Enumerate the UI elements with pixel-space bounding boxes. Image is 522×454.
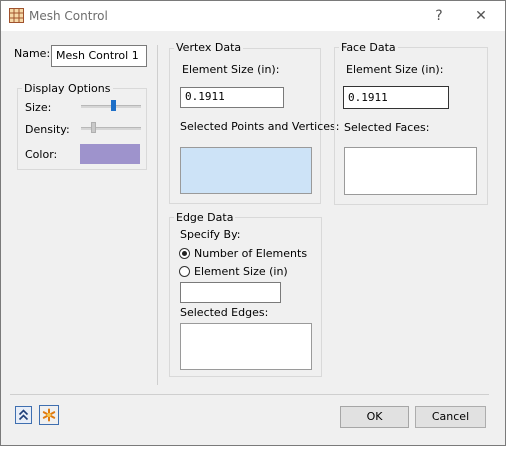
color-label: Color:: [25, 148, 58, 161]
mesh-control-dialog: Mesh Control ? ✕ Name: Mesh Control 1 Di…: [0, 0, 506, 446]
expand-collapse-button[interactable]: [15, 406, 32, 424]
density-slider-track: [81, 127, 141, 130]
asterisk-icon: [42, 408, 56, 425]
number-of-elements-label: Number of Elements: [194, 247, 308, 260]
element-size-label: Element Size (in): [194, 265, 288, 278]
display-options-title: Display Options: [22, 82, 113, 95]
face-data-title: Face Data: [339, 41, 398, 54]
density-slider-thumb[interactable]: [91, 122, 96, 133]
specify-by-label: Specify By:: [180, 228, 241, 241]
vertical-separator: [157, 45, 158, 385]
title-bar: Mesh Control ? ✕: [1, 1, 505, 31]
help-button[interactable]: ?: [425, 6, 453, 26]
vertex-data-title: Vertex Data: [174, 41, 244, 54]
density-label: Density:: [25, 123, 70, 136]
size-label: Size:: [25, 101, 52, 114]
cancel-button[interactable]: Cancel: [415, 406, 486, 428]
element-size-radio[interactable]: [179, 266, 190, 277]
color-swatch[interactable]: [80, 144, 140, 164]
window-title: Mesh Control: [29, 9, 108, 23]
vertex-element-size-label: Element Size (in):: [182, 63, 280, 76]
reset-button[interactable]: [39, 405, 59, 425]
edge-value-input[interactable]: [180, 282, 281, 303]
name-label: Name:: [14, 47, 51, 60]
edge-selected-label: Selected Edges:: [180, 306, 269, 319]
face-selection-list[interactable]: [344, 147, 477, 195]
face-selected-label: Selected Faces:: [344, 121, 430, 134]
edge-data-title: Edge Data: [174, 211, 236, 224]
density-slider[interactable]: [81, 122, 141, 134]
face-element-size-input[interactable]: 0.1911: [343, 86, 449, 109]
number-of-elements-option[interactable]: Number of Elements: [179, 247, 309, 261]
vertex-selection-list[interactable]: [180, 147, 312, 194]
vertex-selected-label: Selected Points and Vertices:: [180, 120, 340, 133]
vertex-element-size-input[interactable]: 0.1911: [180, 87, 284, 108]
name-input[interactable]: Mesh Control 1: [51, 45, 147, 67]
face-element-size-label: Element Size (in):: [346, 63, 444, 76]
edge-selection-list[interactable]: [180, 323, 312, 370]
footer-separator: [10, 394, 489, 395]
number-of-elements-radio[interactable]: [179, 248, 190, 259]
double-chevron-up-icon: [18, 408, 29, 425]
app-grid-icon: [9, 8, 24, 26]
size-slider-thumb[interactable]: [111, 100, 116, 111]
ok-button[interactable]: OK: [340, 406, 409, 428]
size-slider[interactable]: [81, 100, 141, 112]
close-button[interactable]: ✕: [467, 6, 495, 26]
element-size-option[interactable]: Element Size (in): [179, 265, 309, 279]
